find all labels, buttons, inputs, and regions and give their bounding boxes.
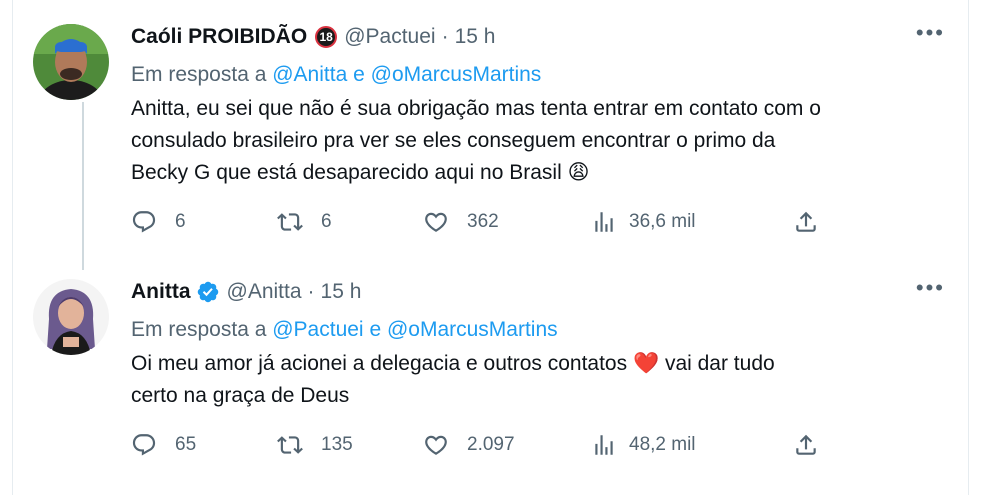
mention-link[interactable]: @oMarcusMartins <box>371 63 542 86</box>
like-button[interactable]: 2.097 <box>423 432 591 458</box>
reply-icon <box>132 211 156 233</box>
retweet-count: 6 <box>321 211 332 232</box>
tweet-text: Oi meu amor já acionei a delegacia e out… <box>131 348 963 412</box>
thread-connector-line <box>82 102 84 270</box>
more-icon[interactable]: ••• <box>916 277 945 299</box>
reply-context: Em resposta a @Pactuei e @oMarcusMartins <box>131 317 963 343</box>
tweet-actions: 65 135 2.097 48,2 mil <box>131 432 963 458</box>
weary-face-emoji-icon: 😩 <box>567 161 590 184</box>
separator-dot: · <box>307 280 315 303</box>
tweet-text-line: vai dar tudo <box>659 352 775 375</box>
tweet-text-line: Becky G que está desaparecido aqui no Br… <box>131 161 562 184</box>
tweet-thread: Caóli PROIBIDÃO 18 @Pactuei · 15 h ••• E… <box>12 0 969 495</box>
tweet-text: Anitta, eu sei que não é sua obrigação m… <box>131 93 963 189</box>
views-count: 36,6 mil <box>629 211 696 232</box>
user-handle[interactable]: @Anitta <box>227 280 302 304</box>
views-icon <box>595 435 613 455</box>
tweet-text-line: certo na graça de Deus <box>131 384 350 407</box>
tweet-header: Caóli PROIBIDÃO 18 @Pactuei · 15 h <box>131 24 963 50</box>
reply-context: Em resposta a @Anitta e @oMarcusMartins <box>131 62 963 88</box>
reply-conjunction: e <box>363 318 387 341</box>
reply-button[interactable]: 6 <box>131 209 277 235</box>
user-handle[interactable]: @Pactuei <box>344 25 435 49</box>
display-name[interactable]: Anitta <box>131 280 191 304</box>
views-count: 48,2 mil <box>629 434 696 455</box>
views-icon <box>595 212 613 232</box>
red-heart-emoji-icon: ❤️ <box>632 352 660 375</box>
views-button[interactable]: 36,6 mil <box>591 209 793 235</box>
views-button[interactable]: 48,2 mil <box>591 432 793 458</box>
tweet-text-line: Oi meu amor já acionei a delegacia e out… <box>131 352 633 375</box>
reply-count: 65 <box>175 434 197 455</box>
tweet-actions: 6 6 362 36,6 mil <box>131 209 963 235</box>
display-name[interactable]: Caóli PROIBIDÃO <box>131 25 307 49</box>
like-count: 362 <box>467 211 499 232</box>
heart-icon <box>425 435 447 455</box>
reply-button[interactable]: 65 <box>131 432 277 458</box>
retweet-button[interactable]: 6 <box>277 209 423 235</box>
timestamp[interactable]: 15 h <box>455 25 496 49</box>
like-button[interactable]: 362 <box>423 209 591 235</box>
share-button[interactable] <box>793 209 819 235</box>
retweet-button[interactable]: 135 <box>277 432 423 458</box>
retweet-icon <box>277 436 303 454</box>
mention-link[interactable]: @Anitta <box>272 63 347 86</box>
like-count: 2.097 <box>467 434 515 455</box>
adult-18-badge-icon: 18 <box>315 26 338 48</box>
reply-conjunction: e <box>347 63 371 86</box>
share-icon <box>796 211 816 232</box>
share-icon <box>796 434 816 455</box>
timestamp[interactable]: 15 h <box>321 280 362 304</box>
more-icon[interactable]: ••• <box>916 22 945 44</box>
share-button[interactable] <box>793 432 819 458</box>
retweet-icon <box>277 213 303 231</box>
heart-icon <box>425 212 447 232</box>
verified-badge-icon <box>196 280 220 304</box>
reply-count: 6 <box>175 211 186 232</box>
avatar[interactable] <box>33 279 109 355</box>
mention-link[interactable]: @Pactuei <box>272 318 363 341</box>
reply-icon <box>132 434 156 456</box>
mention-link[interactable]: @oMarcusMartins <box>387 318 558 341</box>
tweet-text-line: consulado brasileiro pra ver se eles con… <box>131 129 776 152</box>
reply-prefix: Em resposta a <box>131 63 273 86</box>
retweet-count: 135 <box>321 434 353 455</box>
tweet-header: Anitta @Anitta · 15 h <box>131 279 963 305</box>
separator-dot: · <box>441 25 449 48</box>
reply-prefix: Em resposta a <box>131 318 273 341</box>
tweet-text-line: Anitta, eu sei que não é sua obrigação m… <box>131 97 821 120</box>
avatar[interactable] <box>33 24 109 100</box>
